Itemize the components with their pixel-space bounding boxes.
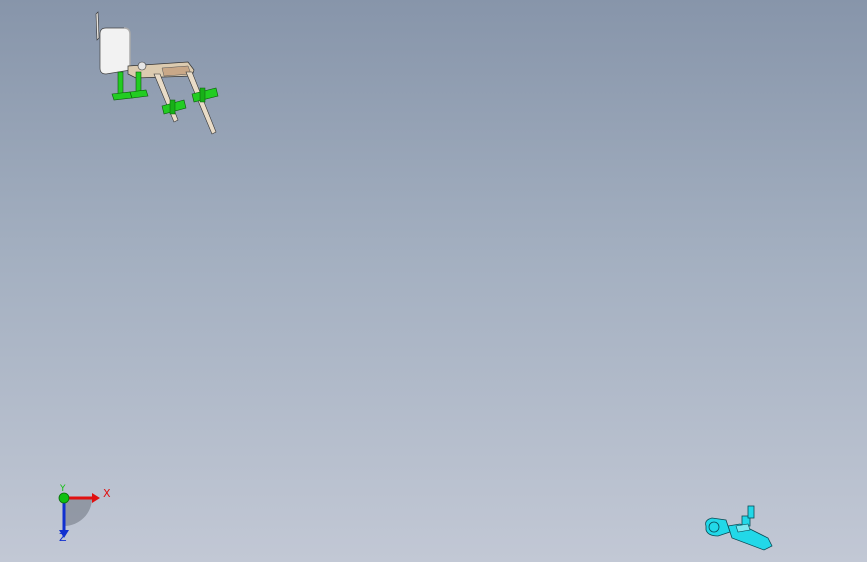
cyan-fitting-model[interactable] [698,502,778,554]
triad-graphic [58,492,100,538]
z-axis-label: Z [59,531,67,544]
y-axis-label: Y [60,484,66,494]
x-axis-label: X [103,487,111,500]
bracket-assembly-model[interactable] [88,8,228,140]
graphics-viewport[interactable]: X Y Z [0,0,867,562]
coordinate-triad: X Y Z [44,480,124,550]
